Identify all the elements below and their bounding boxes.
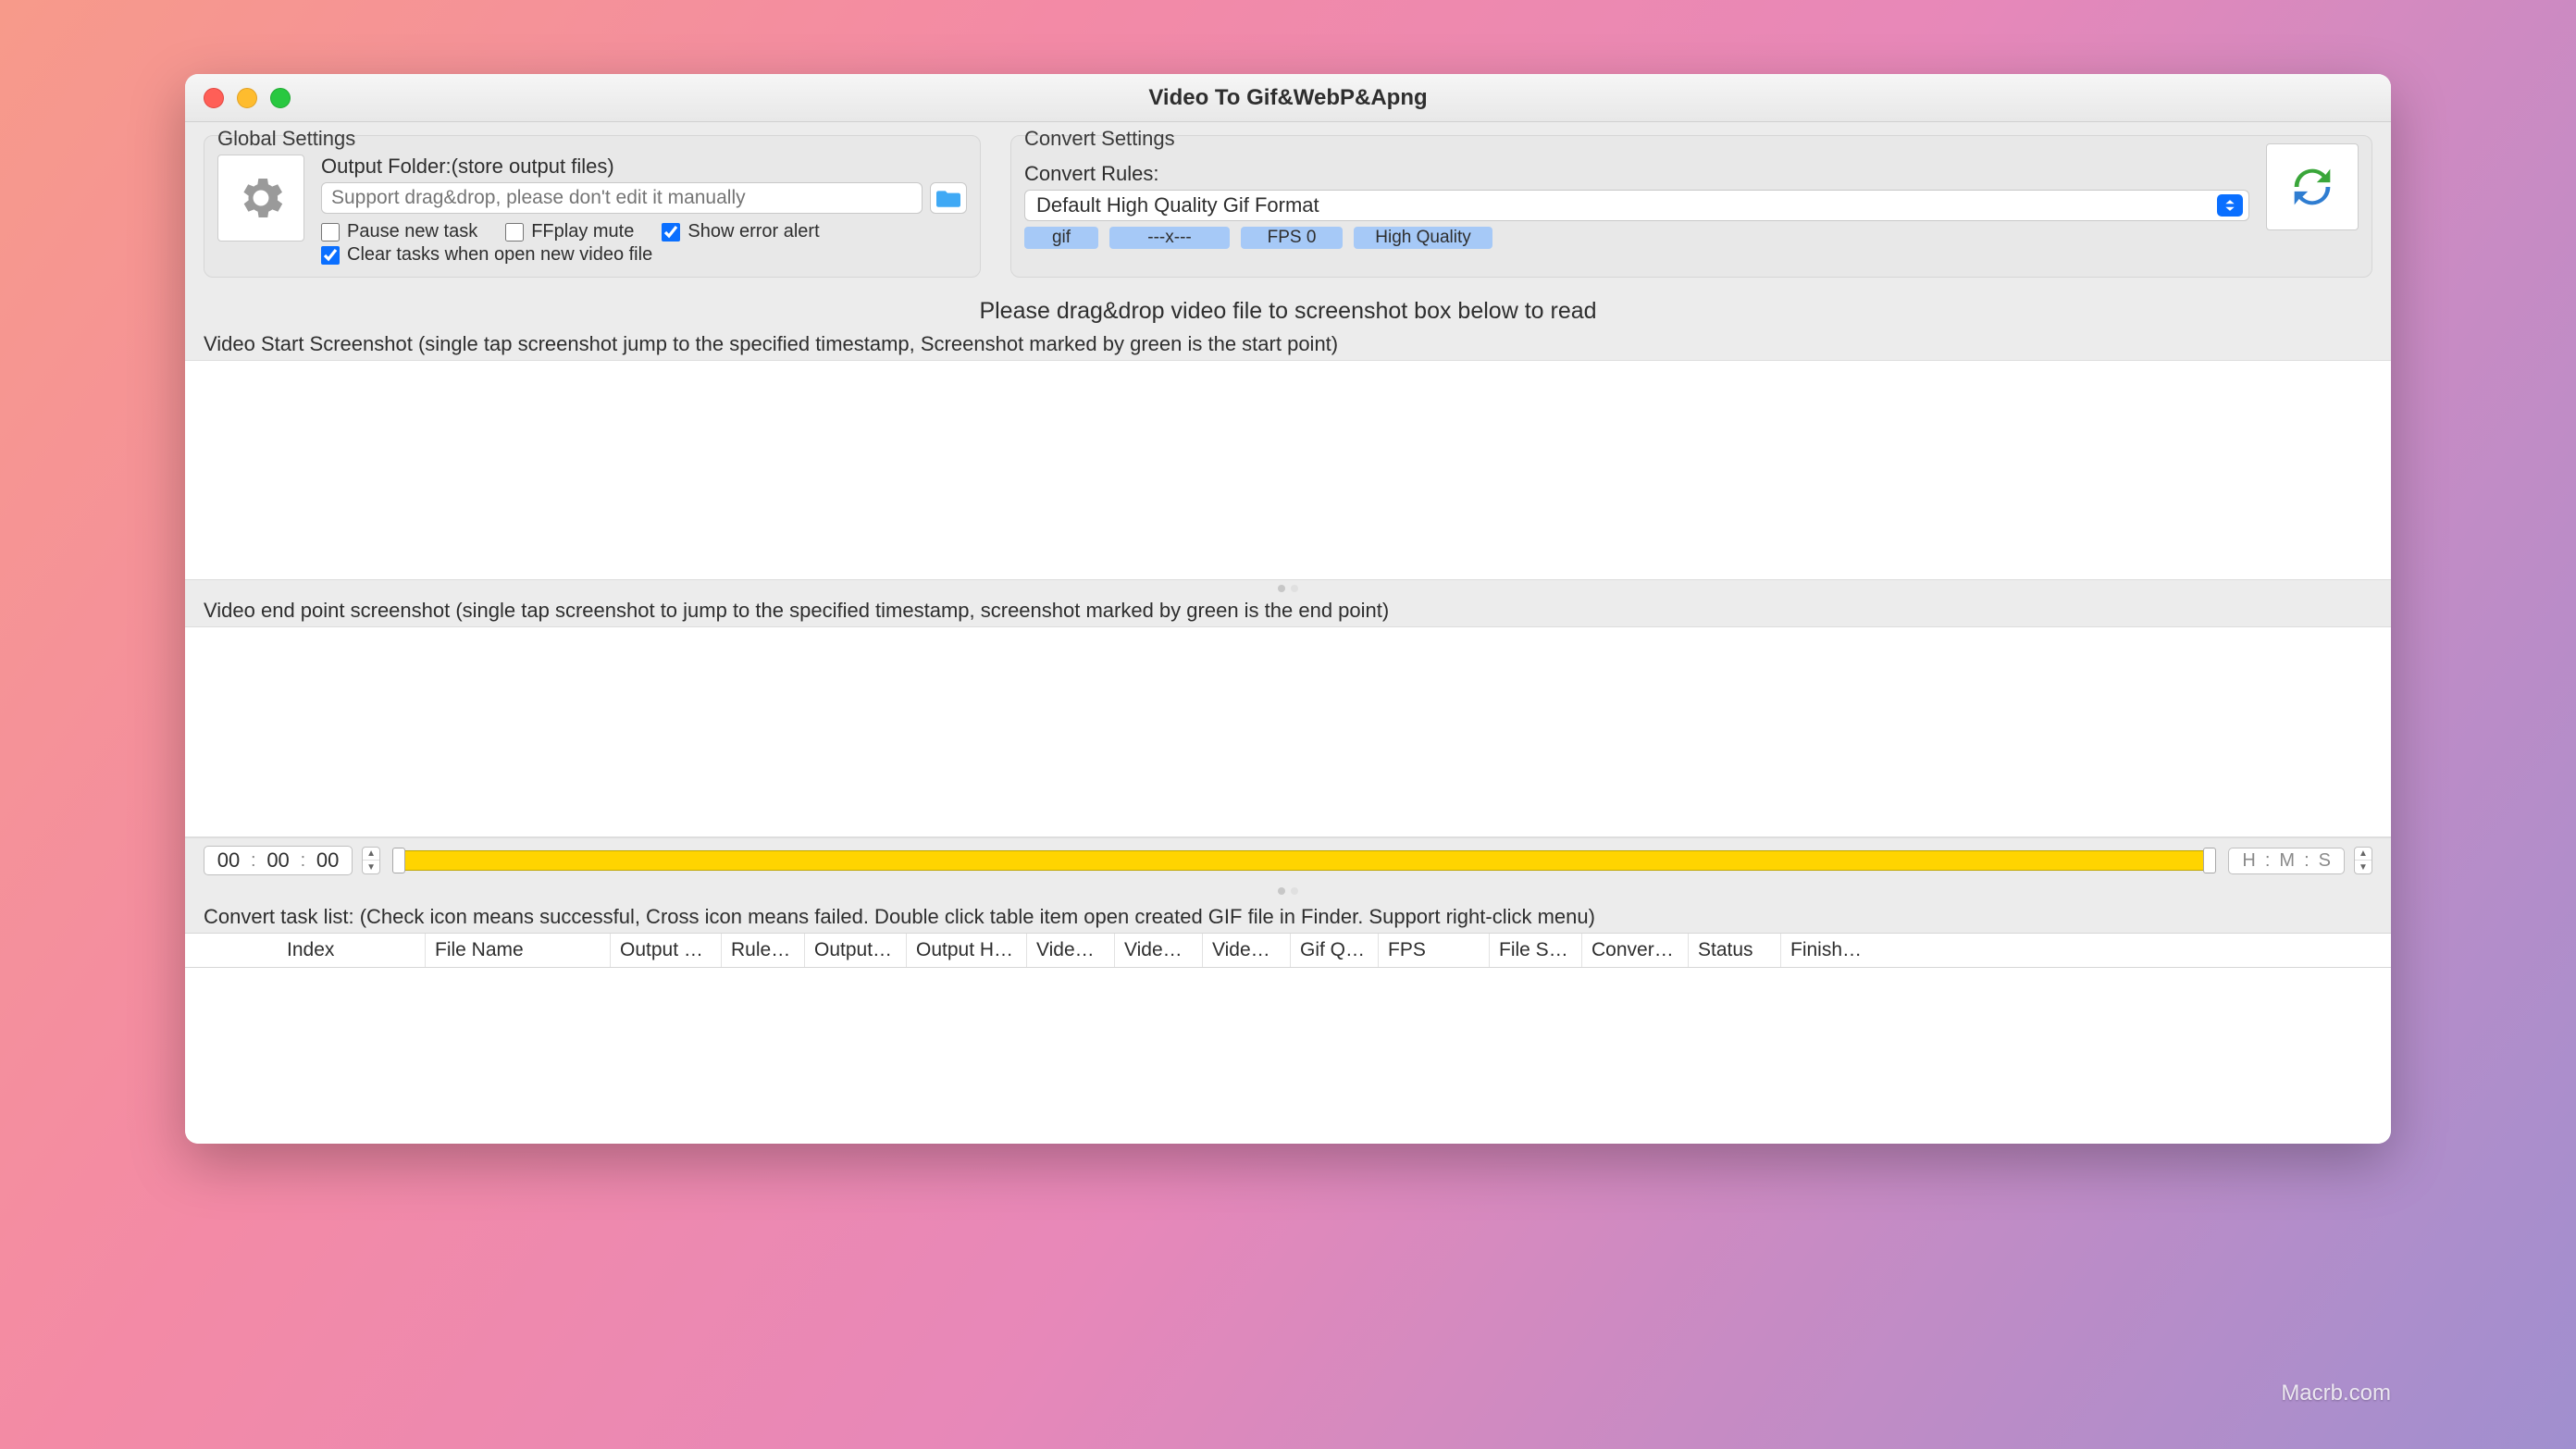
th-status[interactable]: Status [1689,934,1781,967]
th-convert[interactable]: Convert… [1582,934,1689,967]
global-settings-panel: Global Settings Output Folder:(store out… [204,135,981,278]
chevron-updown-icon [2217,194,2243,217]
th-output-hei[interactable]: Output Hei… [907,934,1027,967]
clear-tasks-checkbox[interactable]: Clear tasks when open new video file [321,244,652,266]
start-screenshot-dropzone[interactable] [185,360,2391,580]
window-controls [204,88,291,108]
page-dots-2 [185,883,2391,899]
th-index[interactable]: Index [278,934,426,967]
window-title: Video To Gif&WebP&Apng [1148,85,1427,111]
th-video1[interactable]: Video… [1027,934,1115,967]
slider-thumb-start[interactable] [392,848,405,873]
refresh-button[interactable] [2266,143,2359,230]
pill-format: gif [1024,227,1098,249]
start-screenshot-label: Video Start Screenshot (single tap scree… [185,330,2391,360]
convert-rules-select[interactable]: Default High Quality Gif Format [1024,190,2249,221]
folder-icon [936,189,960,207]
time-start-stepper[interactable]: : : [204,846,353,875]
browse-folder-button[interactable] [930,182,967,214]
refresh-icon [2285,160,2339,214]
th-video2[interactable]: Video… [1115,934,1203,967]
end-screenshot-label: Video end point screenshot (single tap s… [185,597,2391,626]
pill-quality: High Quality [1354,227,1492,249]
convert-settings-title: Convert Settings [1024,127,2249,151]
end-screenshot-dropzone[interactable] [185,626,2391,837]
th-fps[interactable]: FPS [1379,934,1490,967]
pill-size: ---x--- [1109,227,1230,249]
global-settings-title: Global Settings [217,127,967,151]
minimize-button[interactable] [237,88,257,108]
th-video3[interactable]: Video… [1203,934,1291,967]
drop-prompt: Please drag&drop video file to screensho… [204,298,2372,325]
time-m-input[interactable] [260,848,297,873]
th-output-f[interactable]: Output F… [611,934,722,967]
task-table-body[interactable] [185,968,2391,1144]
output-folder-label: Output Folder:(store output files) [321,155,967,179]
pill-fps: FPS 0 [1241,227,1343,249]
time-end-display[interactable]: H: M: S [2228,848,2345,874]
th-rule[interactable]: Rule… [722,934,805,967]
titlebar: Video To Gif&WebP&Apng [185,74,2391,122]
gear-icon[interactable] [217,155,304,242]
time-stepper-buttons[interactable]: ▲▼ [362,847,380,874]
watermark: Macrb.com [2281,1381,2391,1406]
pause-new-task-checkbox[interactable]: Pause new task [321,221,477,242]
convert-rules-label: Convert Rules: [1024,162,2249,186]
range-slider[interactable] [393,850,2215,871]
time-s-input[interactable] [309,848,346,873]
close-button[interactable] [204,88,224,108]
page-dots-1 [185,580,2391,597]
time-end-stepper-buttons[interactable]: ▲▼ [2354,847,2372,874]
convert-settings-panel: Convert Settings Convert Rules: Default … [1010,135,2372,278]
show-error-alert-checkbox[interactable]: Show error alert [662,221,819,242]
th-filename[interactable]: File Name [426,934,611,967]
task-list-label: Convert task list: (Check icon means suc… [185,899,2391,933]
th-gifq[interactable]: Gif Q… [1291,934,1379,967]
th-blank[interactable] [185,934,278,967]
slider-thumb-end[interactable] [2203,848,2216,873]
convert-rules-value: Default High Quality Gif Format [1036,193,1319,217]
task-table-header: Index File Name Output F… Rule… Output… … [185,933,2391,968]
output-folder-input[interactable] [321,182,923,214]
ffplay-mute-checkbox[interactable]: FFplay mute [505,221,634,242]
app-window: Video To Gif&WebP&Apng Global Settings O… [185,74,2391,1144]
th-output[interactable]: Output… [805,934,907,967]
time-h-input[interactable] [210,848,247,873]
th-filesi[interactable]: File Si… [1490,934,1582,967]
zoom-button[interactable] [270,88,291,108]
convert-pills: gif ---x--- FPS 0 High Quality [1024,227,2249,249]
th-finish[interactable]: Finish… [1781,934,2391,967]
